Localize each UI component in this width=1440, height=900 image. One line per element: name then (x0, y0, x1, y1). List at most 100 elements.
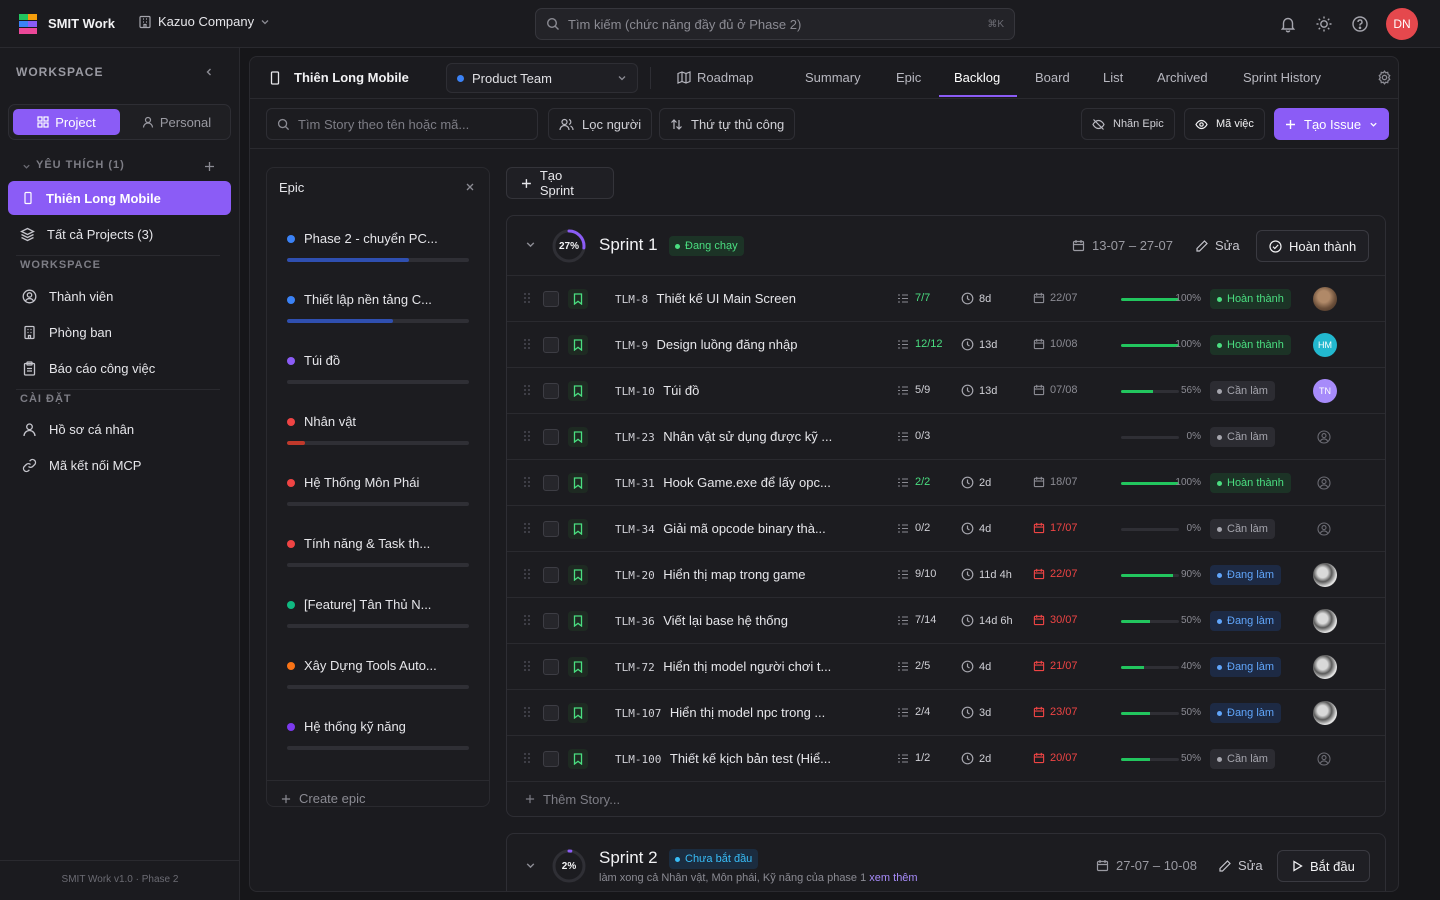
issue-checkbox[interactable] (543, 383, 559, 399)
epic-item[interactable]: Phase 2 - chuyển PC... (287, 231, 472, 262)
close-icon[interactable] (465, 182, 475, 192)
sidebar-item-profile[interactable]: Hồ sơ cá nhân (8, 412, 231, 446)
issue-checkbox[interactable] (543, 751, 559, 767)
unassigned-avatar-icon[interactable] (1317, 522, 1331, 536)
edit-sprint-button[interactable]: Sửa (1218, 858, 1263, 873)
issue-checkbox[interactable] (543, 613, 559, 629)
issue-checkbox[interactable] (543, 705, 559, 721)
issue-title[interactable]: Thiết kế kịch bản test (Hiể... (670, 751, 831, 766)
issue-checkbox[interactable] (543, 475, 559, 491)
epic-item[interactable]: [Feature] Tân Thủ N... (287, 597, 472, 628)
issue-title[interactable]: Viết lại base hệ thống (663, 613, 788, 628)
create-issue-button[interactable]: Tạo Issue (1274, 108, 1390, 140)
create-epic-button[interactable]: Create epic (267, 780, 489, 816)
issue-status-badge[interactable]: Hoàn thành (1210, 335, 1291, 355)
tab-roadmap[interactable]: Roadmap (697, 70, 753, 85)
epic-item[interactable]: Hệ Thống Môn Phái (287, 475, 472, 506)
issue-row[interactable]: TLM-100 Thiết kế kịch bản test (Hiể... 1/2… (507, 736, 1385, 782)
issue-row[interactable]: TLM-36 Viết lại base hệ thống 7/14 14d 6h 30… (507, 598, 1385, 644)
create-sprint-button[interactable]: Tạo Sprint (506, 167, 614, 199)
issue-title[interactable]: Nhân vật sử dụng được kỹ ... (663, 429, 832, 444)
segment-personal[interactable]: Personal (125, 109, 228, 135)
issue-key-toggle[interactable]: Mã việc (1184, 108, 1265, 140)
issue-status-badge[interactable]: Hoàn thành (1210, 289, 1291, 309)
issue-row[interactable]: TLM-9 Design luồng đăng nhập 12/12 13d 10/08… (507, 322, 1385, 368)
help-icon[interactable] (1351, 15, 1369, 33)
issue-title[interactable]: Thiết kế UI Main Screen (657, 291, 796, 306)
drag-handle-icon[interactable] (523, 706, 531, 718)
issue-row[interactable]: TLM-31 Hook Game.exe để lấy opc... 2/2 2d 18… (507, 460, 1385, 506)
issue-status-badge[interactable]: Cần làm (1210, 381, 1275, 401)
assignee-avatar[interactable] (1313, 701, 1337, 725)
epic-label-toggle[interactable]: Nhãn Epic (1081, 108, 1175, 140)
issue-title[interactable]: Giải mã opcode binary thà... (663, 521, 826, 536)
chevron-down-icon[interactable] (22, 162, 31, 171)
issue-row[interactable]: TLM-8 Thiết kế UI Main Screen 7/7 8d 22/07 10… (507, 276, 1385, 322)
tab-backlog[interactable]: Backlog (954, 70, 1000, 85)
issue-status-badge[interactable]: Đang làm (1210, 611, 1282, 631)
issue-status-badge[interactable]: Cần làm (1210, 749, 1275, 769)
sidebar-item-mcp-key[interactable]: Mã kết nối MCP (8, 448, 231, 482)
chevron-down-icon[interactable] (525, 239, 536, 250)
epic-item[interactable]: Thiết lập nền tảng C... (287, 292, 472, 323)
tab-summary[interactable]: Summary (805, 70, 861, 85)
epic-item[interactable]: Tính năng & Task th... (287, 536, 472, 567)
sidebar-item-members[interactable]: Thành viên (8, 279, 231, 313)
sidebar-item-work-report[interactable]: Báo cáo công việc (8, 351, 231, 385)
epic-item[interactable]: Túi đồ (287, 353, 472, 384)
assignee-avatar[interactable] (1313, 287, 1337, 311)
bell-icon[interactable] (1279, 15, 1297, 33)
see-more-link[interactable]: xem thêm (869, 872, 917, 884)
assignee-avatar[interactable] (1313, 655, 1337, 679)
issue-status-badge[interactable]: Hoàn thành (1210, 473, 1291, 493)
drag-handle-icon[interactable] (523, 522, 531, 534)
issue-status-badge[interactable]: Đang làm (1210, 565, 1282, 585)
user-avatar[interactable]: DN (1386, 8, 1418, 40)
chevron-down-icon[interactable] (525, 860, 536, 871)
drag-handle-icon[interactable] (523, 614, 531, 626)
plus-icon[interactable] (204, 161, 215, 172)
edit-sprint-button[interactable]: Sửa (1195, 238, 1240, 253)
issue-row[interactable]: TLM-72 Hiển thị model người chơi t... 2/5 4… (507, 644, 1385, 690)
issue-title[interactable]: Design luồng đăng nhập (657, 337, 798, 352)
drag-handle-icon[interactable] (523, 338, 531, 350)
gear-icon[interactable] (1377, 70, 1392, 85)
drag-handle-icon[interactable] (523, 568, 531, 580)
issue-title[interactable]: Hook Game.exe để lấy opc... (663, 475, 831, 490)
issue-status-badge[interactable]: Đang làm (1210, 703, 1282, 723)
issue-row[interactable]: TLM-34 Giải mã opcode binary thà... 0/2 4d 1… (507, 506, 1385, 552)
issue-title[interactable]: Hiển thị model người chơi t... (663, 659, 831, 674)
company-switcher[interactable]: Kazuo Company (138, 14, 270, 29)
sidebar-item-departments[interactable]: Phòng ban (8, 315, 231, 349)
issue-checkbox[interactable] (543, 567, 559, 583)
epic-item[interactable]: Hệ thống kỹ năng (287, 719, 472, 750)
assignee-avatar[interactable]: HM (1313, 333, 1337, 357)
sun-icon[interactable] (1315, 15, 1333, 33)
collapse-sidebar-icon[interactable] (204, 67, 214, 77)
issue-row[interactable]: TLM-107 Hiển thị model npc trong ... 2/4 3d… (507, 690, 1385, 736)
unassigned-avatar-icon[interactable] (1317, 752, 1331, 766)
unassigned-avatar-icon[interactable] (1317, 476, 1331, 490)
sidebar-item-thien-long-mobile[interactable]: Thiên Long Mobile (8, 181, 231, 215)
start-sprint-button[interactable]: Bắt đầu (1277, 850, 1370, 882)
segment-project[interactable]: Project (13, 109, 120, 135)
issue-row[interactable]: TLM-23 Nhân vật sử dụng được kỹ ... 0/3 0% C… (507, 414, 1385, 460)
issue-status-badge[interactable]: Cần làm (1210, 427, 1275, 447)
tab-archived[interactable]: Archived (1157, 70, 1208, 85)
drag-handle-icon[interactable] (523, 292, 531, 304)
issue-title[interactable]: Túi đồ (663, 383, 699, 398)
complete-sprint-button[interactable]: Hoàn thành (1256, 230, 1370, 262)
drag-handle-icon[interactable] (523, 752, 531, 764)
issue-title[interactable]: Hiển thị map trong game (663, 567, 805, 582)
tab-list[interactable]: List (1103, 70, 1123, 85)
assignee-avatar[interactable]: TN (1313, 379, 1337, 403)
drag-handle-icon[interactable] (523, 384, 531, 396)
issue-checkbox[interactable] (543, 429, 559, 445)
filter-people-button[interactable]: Lọc người (548, 108, 653, 140)
unassigned-avatar-icon[interactable] (1317, 430, 1331, 444)
add-story-button[interactable]: Thêm Story... (507, 782, 1385, 816)
app-logo[interactable] (19, 14, 37, 34)
epic-item[interactable]: Nhân vật (287, 414, 472, 445)
sidebar-item-all-projects[interactable]: Tất cả Projects (3) (8, 217, 231, 251)
assignee-avatar[interactable] (1313, 563, 1337, 587)
